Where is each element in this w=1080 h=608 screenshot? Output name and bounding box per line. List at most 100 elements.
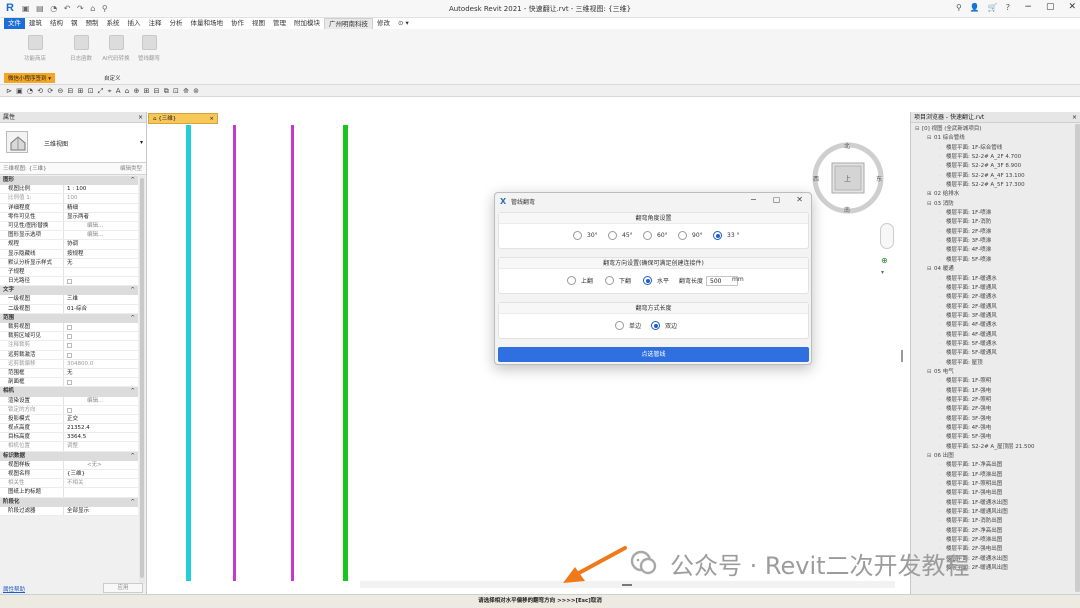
- property-value[interactable]: 编辑...: [64, 397, 138, 405]
- compass-west[interactable]: 西: [813, 174, 819, 183]
- scrollbar-thumb[interactable]: [1075, 124, 1080, 592]
- expand-toggle-icon[interactable]: ⊟: [927, 265, 934, 274]
- expand-toggle-icon[interactable]: ⊟: [915, 125, 922, 134]
- property-group[interactable]: 阶段化 ^: [0, 497, 138, 507]
- tree-item[interactable]: · 楼层平面: 2F-照明: [911, 396, 1074, 405]
- tab-13[interactable]: 附加模块: [290, 18, 324, 29]
- property-group[interactable]: 标识数据 ^: [0, 451, 138, 461]
- property-value[interactable]: [64, 341, 138, 349]
- edit-button[interactable]: 编辑...: [87, 231, 103, 239]
- log-function-button[interactable]: 日志函数: [66, 35, 96, 62]
- tree-item[interactable]: · 楼层平面: 5F-喷淋: [911, 256, 1074, 265]
- radio-circle[interactable]: [713, 231, 722, 240]
- property-value[interactable]: 不相关: [64, 479, 138, 487]
- property-value[interactable]: 显示两者: [64, 213, 138, 221]
- wechat-checkin-dropdown[interactable]: 微信小程序签到 ▾: [4, 73, 56, 83]
- expand-toggle-icon[interactable]: ⊟: [927, 134, 934, 143]
- tree-item[interactable]: · 楼层平面: 4F-暖通水: [911, 321, 1074, 330]
- checkbox[interactable]: [67, 380, 72, 386]
- close-button[interactable]: ✕: [1068, 2, 1076, 12]
- property-row[interactable]: 比例值 1: 100: [0, 194, 138, 204]
- property-row[interactable]: 日光路径: [0, 277, 138, 287]
- property-value[interactable]: 精细: [64, 204, 138, 212]
- property-row[interactable]: 一级视图 三维: [0, 295, 138, 305]
- property-row[interactable]: 视图名称 {三维}: [0, 470, 138, 480]
- property-row[interactable]: 相机位置 调整: [0, 442, 138, 452]
- edit-button[interactable]: 编辑...: [87, 222, 103, 230]
- edit-type-button[interactable]: 编辑类型: [120, 163, 142, 175]
- tree-item[interactable]: · 楼层平面: 4F-喷淋: [911, 246, 1074, 255]
- tab-16[interactable]: ⊙ ▾: [394, 18, 413, 29]
- tab-11[interactable]: 视图: [248, 18, 269, 29]
- tab-6[interactable]: 插入: [124, 18, 145, 29]
- radio-circle[interactable]: [678, 231, 687, 240]
- radio-circle[interactable]: [615, 321, 624, 330]
- property-value[interactable]: [64, 323, 138, 331]
- direction-radio-2[interactable]: 水平: [643, 276, 669, 285]
- property-row[interactable]: 可见性/图形替换 编辑...: [0, 221, 138, 232]
- tree-item[interactable]: · 楼层平面: S2-2# A_屋顶层 21.500: [911, 443, 1074, 452]
- pipe-magenta-2[interactable]: [291, 125, 294, 581]
- tree-item[interactable]: · 楼层平面: 1F-暖通风: [911, 284, 1074, 293]
- property-row[interactable]: 默认分析显示样式无: [0, 258, 138, 268]
- property-row[interactable]: 投影模式 正交: [0, 414, 138, 425]
- pipe-bend-button[interactable]: 管线翻弯: [134, 35, 164, 62]
- property-value[interactable]: 1 : 100: [64, 185, 138, 193]
- expand-toggle-icon[interactable]: ⊟: [927, 452, 934, 461]
- tab-8[interactable]: 分析: [166, 18, 187, 29]
- tab-0[interactable]: 文件: [4, 18, 25, 29]
- property-row[interactable]: 目标高度 3364.5: [0, 433, 138, 443]
- tree-item[interactable]: · 楼层平面: 1F-暖通风出图: [911, 508, 1074, 517]
- property-row[interactable]: 规程 协调: [0, 240, 138, 250]
- maximize-button[interactable]: ▢: [1046, 2, 1055, 12]
- scrollbar-thumb[interactable]: [901, 350, 903, 362]
- chevron-down-icon[interactable]: ▾: [881, 269, 884, 276]
- property-value[interactable]: {三维}: [64, 470, 138, 478]
- angle-radio-1[interactable]: 45°: [608, 231, 633, 240]
- property-row[interactable]: 视图比例 1 : 100: [0, 185, 138, 195]
- function-store-button[interactable]: 功能商店: [20, 35, 50, 62]
- property-value[interactable]: 100: [64, 194, 138, 202]
- property-value[interactable]: 编辑...: [64, 222, 138, 230]
- angle-radio-2[interactable]: 60°: [643, 231, 668, 240]
- dialog-titlebar[interactable]: X 管线翻弯 − ▢ ✕: [495, 193, 811, 210]
- cart-icon[interactable]: 🛒: [988, 3, 998, 12]
- tree-item[interactable]: · 楼层平面: 3F-暖通风: [911, 312, 1074, 321]
- close-icon[interactable]: ×: [209, 114, 214, 125]
- tree-item[interactable]: ⊟ 05 电气: [911, 368, 1074, 377]
- property-row[interactable]: 阶段过滤器 全部显示: [0, 506, 138, 516]
- property-row[interactable]: 二级视图 01-综合: [0, 304, 138, 314]
- pipe-magenta-1[interactable]: [233, 125, 236, 581]
- tree-item[interactable]: ⊟ 01 综合管线: [911, 134, 1074, 143]
- collapse-icon[interactable]: ^: [130, 498, 135, 507]
- quick-toolbar[interactable]: ⊳ ▣ ◔ ⟲ ⟳ ⊖ ⊟ ⊞ ⊡ ⤢ ⌖ A ⌂ ⊕ ⊞ ⊟ ⧉ ⊡ ⟰ ⊚: [0, 85, 1080, 97]
- tree-item[interactable]: ⊟ [0] 视图 (全武新城项目): [911, 125, 1074, 134]
- collapse-icon[interactable]: ^: [130, 387, 135, 396]
- property-value[interactable]: 01-综合: [64, 305, 138, 313]
- collapse-icon[interactable]: ^: [130, 176, 135, 185]
- compass-south[interactable]: 南: [844, 205, 850, 214]
- compass-east[interactable]: 东: [876, 174, 882, 183]
- pipe-cyan[interactable]: [186, 125, 191, 581]
- tree-item[interactable]: · 楼层平面: 1F-暖通水出图: [911, 499, 1074, 508]
- view-tab-3d[interactable]: ⌂ {三维} ×: [148, 113, 218, 124]
- tree-item[interactable]: · 楼层平面: S2-2# A_5F 17.300: [911, 181, 1074, 190]
- minimize-button[interactable]: −: [1024, 2, 1032, 12]
- chevron-down-icon[interactable]: ▾: [140, 139, 143, 146]
- tree-item[interactable]: · 楼层平面: 1F-消防出图: [911, 517, 1074, 526]
- tab-2[interactable]: 结构: [46, 18, 67, 29]
- tree-item[interactable]: · 楼层平面: 2F-净高出图: [911, 527, 1074, 536]
- property-value[interactable]: 无: [64, 369, 138, 377]
- property-row[interactable]: 远剪裁激活: [0, 350, 138, 360]
- browser-scrollbar[interactable]: [1075, 124, 1080, 592]
- direction-radio-0[interactable]: 上翻: [567, 276, 593, 285]
- tree-item[interactable]: · 楼层平面: 4F-强电: [911, 424, 1074, 433]
- scrollbar-thumb[interactable]: [140, 178, 144, 578]
- expand-toggle-icon[interactable]: ⊟: [927, 368, 934, 377]
- close-button[interactable]: ✕: [796, 195, 803, 204]
- property-value[interactable]: [64, 332, 138, 340]
- property-value[interactable]: [64, 351, 138, 359]
- maximize-button[interactable]: ▢: [773, 195, 781, 204]
- property-row[interactable]: 显示隐藏线 按规程: [0, 249, 138, 259]
- view-cube[interactable]: 北 南 西 东 上: [808, 142, 888, 214]
